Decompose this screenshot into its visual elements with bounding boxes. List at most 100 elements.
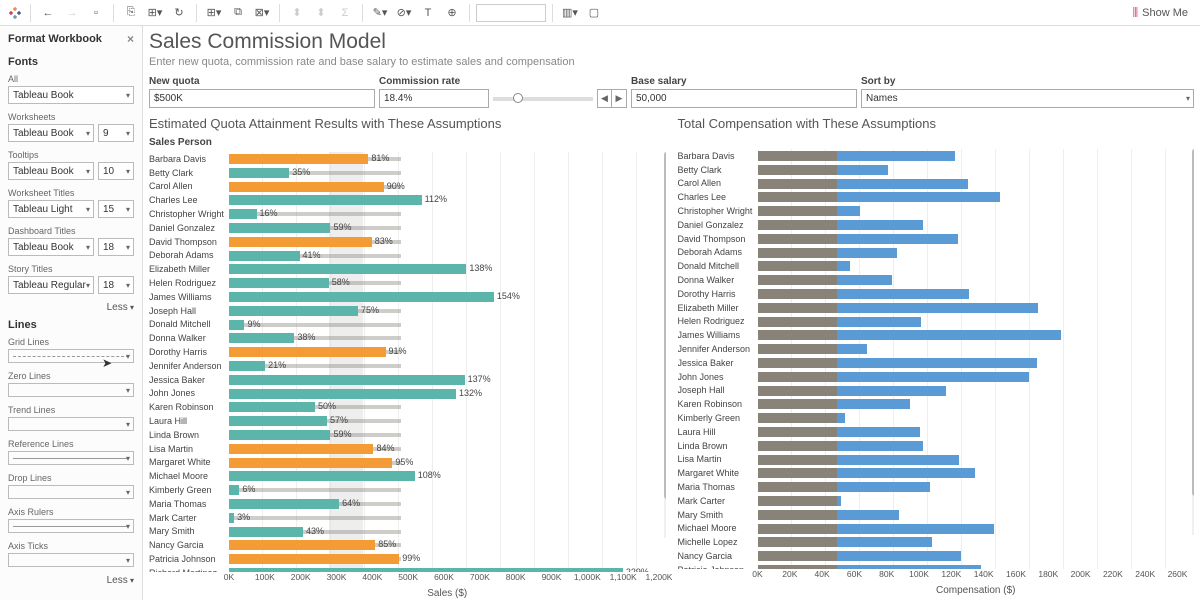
table-row[interactable]: Mark Carter [678, 494, 1195, 508]
group-icon[interactable]: ⊘▾ [393, 3, 415, 23]
table-row[interactable]: Kimberly Green 6% [149, 483, 666, 497]
table-row[interactable]: Jennifer Anderson 21% [149, 359, 666, 373]
ref-lines-select[interactable] [8, 451, 134, 465]
table-row[interactable]: Charles Lee [678, 190, 1195, 204]
table-row[interactable]: Donald Mitchell 9% [149, 318, 666, 332]
fit-dropdown[interactable] [476, 4, 546, 22]
table-row[interactable]: John Jones 132% [149, 387, 666, 401]
zero-lines-select[interactable] [8, 383, 134, 397]
table-row[interactable]: Nancy Garcia [678, 549, 1195, 563]
table-row[interactable]: Karen Robinson 50% [149, 400, 666, 414]
table-row[interactable]: Donna Walker 38% [149, 331, 666, 345]
table-row[interactable]: David Thompson 83% [149, 235, 666, 249]
presentation-icon[interactable]: ▢ [583, 3, 605, 23]
scrollbar[interactable] [664, 152, 666, 538]
table-row[interactable]: Barbara Davis [678, 149, 1195, 163]
slider-handle-icon[interactable] [513, 93, 523, 103]
table-row[interactable]: Jessica Baker [678, 356, 1195, 370]
table-row[interactable]: Maria Thomas 64% [149, 497, 666, 511]
size-st-select[interactable]: 18 [98, 276, 134, 294]
table-row[interactable]: Karen Robinson [678, 397, 1195, 411]
table-row[interactable]: Lisa Martin 84% [149, 442, 666, 456]
show-me-button[interactable]: ⫴ Show Me [1127, 3, 1194, 23]
table-row[interactable]: Margaret White [678, 466, 1195, 480]
table-row[interactable]: Deborah Adams 41% [149, 249, 666, 263]
table-row[interactable]: Joseph Hall 75% [149, 304, 666, 318]
close-icon[interactable]: × [127, 32, 134, 46]
show-cards-icon[interactable]: ▥▾ [559, 3, 581, 23]
table-row[interactable]: Linda Brown [678, 439, 1195, 453]
commission-slider[interactable] [493, 97, 593, 101]
new-data-icon[interactable]: ⎘ [120, 3, 142, 23]
forward-icon[interactable]: → [61, 3, 83, 23]
table-row[interactable]: Christopher Wright [678, 204, 1195, 218]
table-row[interactable]: Barbara Davis 81% [149, 152, 666, 166]
table-row[interactable]: Mark Carter 3% [149, 511, 666, 525]
table-row[interactable]: Donna Walker [678, 273, 1195, 287]
table-row[interactable]: Deborah Adams [678, 246, 1195, 260]
step-up-icon[interactable]: ▶ [612, 90, 626, 107]
font-dt-select[interactable]: Tableau Book [8, 238, 94, 256]
new-sheet-icon[interactable]: ⊞▾ [144, 3, 166, 23]
table-row[interactable]: Michael Moore 108% [149, 469, 666, 483]
sort-asc-icon[interactable]: ⬍ [286, 3, 308, 23]
table-row[interactable]: Helen Rodriguez [678, 315, 1195, 329]
size-dt-select[interactable]: 18 [98, 238, 134, 256]
table-row[interactable]: Charles Lee 112% [149, 193, 666, 207]
table-row[interactable]: Carol Allen 90% [149, 180, 666, 194]
table-row[interactable]: Linda Brown 59% [149, 428, 666, 442]
quota-input[interactable]: $500K [149, 89, 375, 108]
grid-lines-select[interactable] [8, 349, 134, 363]
table-row[interactable]: James Williams 154% [149, 290, 666, 304]
table-row[interactable]: Laura Hill 57% [149, 414, 666, 428]
table-row[interactable]: Laura Hill [678, 425, 1195, 439]
table-row[interactable]: Nancy Garcia 85% [149, 538, 666, 552]
commission-input[interactable]: 18.4% [379, 89, 489, 108]
table-row[interactable]: Daniel Gonzalez [678, 218, 1195, 232]
table-row[interactable]: Elizabeth Miller [678, 301, 1195, 315]
axis-rulers-select[interactable] [8, 519, 134, 533]
size-ws-select[interactable]: 9 [98, 124, 134, 142]
table-row[interactable]: Lisa Martin [678, 453, 1195, 467]
pin-icon[interactable]: ⊕ [441, 3, 463, 23]
trend-lines-select[interactable] [8, 417, 134, 431]
axis-ticks-select[interactable] [8, 553, 134, 567]
table-row[interactable]: Maria Thomas [678, 480, 1195, 494]
swap-icon[interactable]: ⊞▾ [203, 3, 225, 23]
scrollbar[interactable] [1192, 149, 1194, 535]
table-row[interactable]: John Jones [678, 370, 1195, 384]
table-row[interactable]: Dorothy Harris [678, 287, 1195, 301]
step-down-icon[interactable]: ◀ [598, 90, 612, 107]
table-row[interactable]: Donald Mitchell [678, 259, 1195, 273]
table-row[interactable]: James Williams [678, 328, 1195, 342]
table-row[interactable]: Christopher Wright 16% [149, 207, 666, 221]
table-row[interactable]: Michelle Lopez [678, 535, 1195, 549]
table-row[interactable]: Michael Moore [678, 522, 1195, 536]
table-row[interactable]: Daniel Gonzalez 59% [149, 221, 666, 235]
table-row[interactable]: Mary Smith 43% [149, 525, 666, 539]
table-row[interactable]: Dorothy Harris 91% [149, 345, 666, 359]
size-tt-select[interactable]: 10 [98, 162, 134, 180]
sortby-select[interactable]: Names [861, 89, 1194, 108]
highlight-icon[interactable]: ✎▾ [369, 3, 391, 23]
clear-icon[interactable]: ⊠▾ [251, 3, 273, 23]
label-icon[interactable]: T [417, 3, 439, 23]
font-tt-select[interactable]: Tableau Book [8, 162, 94, 180]
font-wt-select[interactable]: Tableau Light [8, 200, 94, 218]
save-icon[interactable]: ▫ [85, 3, 107, 23]
totals-icon[interactable]: Σ [334, 3, 356, 23]
table-row[interactable]: Patricia Johnson 99% [149, 552, 666, 566]
size-wt-select[interactable]: 15 [98, 200, 134, 218]
back-icon[interactable]: ← [37, 3, 59, 23]
salary-input[interactable]: 50,000 [631, 89, 857, 108]
font-all-select[interactable]: Tableau Book [8, 86, 134, 104]
table-row[interactable]: Margaret White 95% [149, 456, 666, 470]
table-row[interactable]: David Thompson [678, 232, 1195, 246]
font-st-select[interactable]: Tableau Regular [8, 276, 94, 294]
refresh-icon[interactable]: ↻ [168, 3, 190, 23]
less-fonts[interactable]: Less [0, 300, 142, 315]
sort-desc-icon[interactable]: ⬍ [310, 3, 332, 23]
table-row[interactable]: Jessica Baker 137% [149, 373, 666, 387]
table-row[interactable]: Jennifer Anderson [678, 342, 1195, 356]
table-row[interactable]: Kimberly Green [678, 411, 1195, 425]
